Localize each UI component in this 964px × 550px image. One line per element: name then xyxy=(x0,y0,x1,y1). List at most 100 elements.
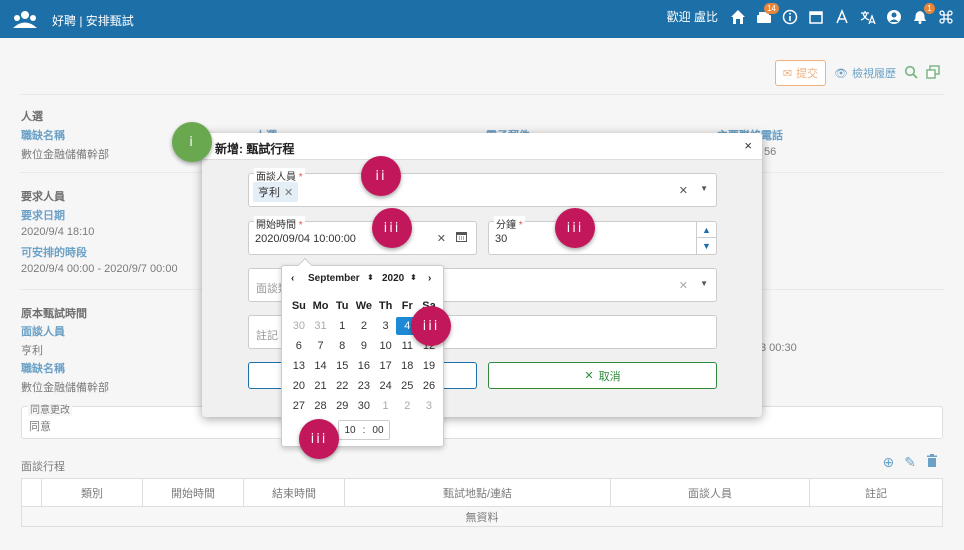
clear-icon[interactable]: ✕ xyxy=(679,184,688,197)
close-icon[interactable]: × xyxy=(744,138,752,153)
close-icon: ✕ xyxy=(584,370,594,382)
modal-header: 新增: 甄試行程 × xyxy=(202,133,762,160)
calendar-day[interactable]: 18 xyxy=(396,357,418,375)
calendar-day[interactable]: 27 xyxy=(288,397,310,415)
calendar-day[interactable]: 31 xyxy=(310,317,332,335)
calendar-day[interactable]: 8 xyxy=(331,337,353,355)
calendar-day[interactable]: 29 xyxy=(331,397,353,415)
calendar-day[interactable]: 2 xyxy=(353,317,375,335)
calendar-day[interactable]: 10 xyxy=(375,337,397,355)
welcome-text: 歡迎 盧比 xyxy=(666,10,718,24)
increment-chevron-up-icon[interactable]: ▲ xyxy=(697,222,716,238)
month-select-arrows-icon[interactable]: ⬍ xyxy=(367,273,374,282)
calendar-day[interactable]: 1 xyxy=(375,397,397,415)
time-separator: : xyxy=(362,424,366,436)
month-select[interactable]: September xyxy=(308,273,360,284)
clear-icon[interactable]: ✕ xyxy=(437,232,446,245)
chevron-down-icon[interactable]: ▼ xyxy=(700,184,708,193)
calendar-day[interactable]: 15 xyxy=(331,357,353,375)
calendar-day[interactable]: 21 xyxy=(310,377,332,395)
calendar-day[interactable]: 3 xyxy=(418,397,440,415)
info-icon[interactable] xyxy=(782,9,798,25)
calendar-day[interactable]: 30 xyxy=(288,317,310,335)
calendar-day[interactable]: 11 xyxy=(396,337,418,355)
logo-icon[interactable] xyxy=(12,9,38,29)
interviewer-chip[interactable]: 亨利 ✕ xyxy=(253,182,299,202)
calendar-day[interactable]: 28 xyxy=(310,397,332,415)
annotation-marker-i: i xyxy=(172,122,212,162)
date-picker: ‹ September ⬍ 2020 ⬍ › SuMoTuWeThFrSa303… xyxy=(281,257,445,447)
calendar-week-row: 20 21 22 23 24 25 26 xyxy=(288,376,440,396)
next-month-chevron-icon[interactable]: › xyxy=(428,273,431,284)
calendar-day[interactable]: 13 xyxy=(288,357,310,375)
calendar-day[interactable]: 22 xyxy=(331,377,353,395)
year-select-arrows-icon[interactable]: ⬍ xyxy=(410,273,417,282)
font-icon[interactable] xyxy=(834,8,850,25)
calendar-day[interactable]: 19 xyxy=(418,357,440,375)
mail-count-badge: 14 xyxy=(764,2,779,14)
chevron-down-icon[interactable]: ▼ xyxy=(700,279,708,288)
calendar-day[interactable]: 1 xyxy=(331,317,353,335)
minutes-value: 30 xyxy=(495,233,508,245)
calendar-day[interactable]: 17 xyxy=(375,357,397,375)
calendar-day[interactable]: 6 xyxy=(288,337,310,355)
notification-count-badge: 1 xyxy=(924,2,935,14)
interviewer-chip-label: 亨利 xyxy=(258,187,280,199)
annotation-marker-iii: iii xyxy=(411,306,451,346)
picker-header: ‹ September ⬍ 2020 ⬍ › xyxy=(282,273,445,287)
annotation-marker-iii: iii xyxy=(372,208,412,248)
calendar-day[interactable]: 20 xyxy=(288,377,310,395)
weekday-label: Mo xyxy=(312,300,329,312)
calendar-week-row: 13 14 15 16 17 18 19 xyxy=(288,356,440,376)
annotation-marker-ii: ii xyxy=(361,156,401,196)
start-time-label: 開始時間 * xyxy=(254,216,305,231)
home-icon[interactable] xyxy=(730,9,746,25)
minutes-spinner: ▲ ▼ xyxy=(696,222,716,255)
annotation-marker-iii: iii xyxy=(555,208,595,248)
minute-input[interactable]: 00 xyxy=(372,425,383,436)
interviewer-field-label: 面談人員 * xyxy=(254,168,305,183)
command-icon[interactable] xyxy=(938,9,954,25)
calendar-day[interactable]: 2 xyxy=(396,397,418,415)
time-input[interactable]: 10 : 00 xyxy=(338,420,390,440)
weekday-label: Th xyxy=(378,300,393,312)
decrement-chevron-down-icon[interactable]: ▼ xyxy=(697,238,716,254)
year-select[interactable]: 2020 xyxy=(382,273,404,284)
annotation-marker-iii: iii xyxy=(299,419,339,459)
start-time-value: 2020/09/04 10:00:00 xyxy=(255,233,356,245)
calendar-day[interactable]: 30 xyxy=(353,397,375,415)
user-icon[interactable] xyxy=(886,9,902,25)
calendar-day[interactable]: 25 xyxy=(396,377,418,395)
calendar-day[interactable]: 9 xyxy=(353,337,375,355)
weekday-label: Su xyxy=(291,300,306,312)
chip-remove-icon[interactable]: ✕ xyxy=(284,187,293,199)
start-time-field[interactable]: 開始時間 * 2020/09/04 10:00:00 ✕ xyxy=(248,216,477,255)
calendar-icon[interactable] xyxy=(456,231,467,245)
top-navbar: 好聘 | 安排甄試 歡迎 盧比 14 1 xyxy=(0,0,964,38)
translate-icon[interactable] xyxy=(860,9,876,25)
hour-input[interactable]: 10 xyxy=(344,425,355,436)
interviewer-select[interactable]: 面談人員 * 亨利 ✕ ✕ ▼ xyxy=(248,168,717,207)
weekday-label: We xyxy=(355,300,373,312)
prev-month-chevron-icon[interactable]: ‹ xyxy=(291,273,294,284)
calendar-week-row: 27 28 29 30 1 2 3 xyxy=(288,396,440,416)
mailbox-icon[interactable]: 14 xyxy=(756,2,779,25)
clear-icon[interactable]: ✕ xyxy=(679,279,688,292)
note-placeholder: 註記 xyxy=(256,330,278,342)
calendar-day[interactable]: 26 xyxy=(418,377,440,395)
window-icon[interactable] xyxy=(808,9,824,25)
calendar-day[interactable]: 7 xyxy=(310,337,332,355)
minutes-field[interactable]: 分鐘 * 30 ▲ ▼ xyxy=(488,216,717,255)
cancel-label: 取消 xyxy=(598,370,621,383)
top-navbar-actions: 歡迎 盧比 14 1 xyxy=(666,2,954,25)
modal-title: 新增: 甄試行程 xyxy=(215,142,295,156)
bell-icon[interactable]: 1 xyxy=(912,2,935,25)
app-title: 好聘 | 安排甄試 xyxy=(52,14,134,28)
cancel-button[interactable]: ✕ 取消 xyxy=(488,362,717,389)
calendar-day[interactable]: 16 xyxy=(353,357,375,375)
minutes-label: 分鐘 * xyxy=(494,216,525,231)
calendar-day[interactable]: 24 xyxy=(375,377,397,395)
calendar-day[interactable]: 23 xyxy=(353,377,375,395)
calendar-day[interactable]: 14 xyxy=(310,357,332,375)
calendar-day[interactable]: 3 xyxy=(375,317,397,335)
